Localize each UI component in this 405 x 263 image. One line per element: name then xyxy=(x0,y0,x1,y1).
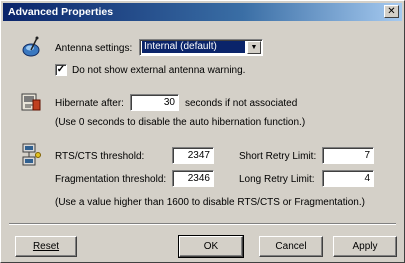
external-antenna-warning-label[interactable]: Do not show external antenna warning. xyxy=(72,65,245,76)
fragmentation-threshold-input[interactable]: 2346 xyxy=(172,170,214,187)
external-antenna-warning-checkbox[interactable]: ✓ xyxy=(55,64,67,76)
fragmentation-threshold-label: Fragmentation threshold: xyxy=(55,174,167,185)
network-icon xyxy=(19,142,43,168)
antenna-settings-label: Antenna settings: xyxy=(55,43,133,54)
hibernate-label: Hibernate after: xyxy=(55,98,124,109)
threshold-hint: (Use a value higher than 1600 to disable… xyxy=(55,197,365,208)
cancel-button-label: Cancel xyxy=(275,241,307,252)
short-retry-limit-label: Short Retry Limit: xyxy=(239,151,317,162)
close-icon: ✕ xyxy=(387,6,396,17)
rts-cts-threshold-label: RTS/CTS threshold: xyxy=(55,151,145,162)
chevron-down-icon[interactable]: ▼ xyxy=(247,41,261,54)
check-icon: ✓ xyxy=(56,64,66,75)
rts-cts-threshold-input[interactable]: 2347 xyxy=(172,147,214,164)
ok-button-label: OK xyxy=(203,241,219,252)
close-button[interactable]: ✕ xyxy=(384,5,399,18)
short-retry-limit-input[interactable]: 7 xyxy=(322,147,374,164)
hibernate-icon xyxy=(19,90,43,114)
long-retry-limit-label: Long Retry Limit: xyxy=(239,174,315,185)
title-bar[interactable]: Advanced Properties ✕ xyxy=(3,3,402,21)
window-title: Advanced Properties xyxy=(8,6,114,18)
apply-button-label: Apply xyxy=(352,241,378,252)
reset-button-label: Reset xyxy=(32,241,60,252)
long-retry-limit-input[interactable]: 4 xyxy=(322,170,374,187)
hibernate-hint: (Use 0 seconds to disable the auto hiber… xyxy=(55,117,306,128)
antenna-icon xyxy=(19,35,43,59)
antenna-settings-select[interactable]: Internal (default) ▼ xyxy=(139,39,263,56)
ok-button[interactable]: OK xyxy=(178,235,244,258)
button-divider xyxy=(9,223,396,225)
advanced-properties-dialog: Advanced Properties ✕ Antenna settings: … xyxy=(0,0,405,263)
hibernate-suffix-label: seconds if not associated xyxy=(185,98,298,109)
cancel-button[interactable]: Cancel xyxy=(259,236,323,257)
apply-button[interactable]: Apply xyxy=(333,236,397,257)
antenna-settings-value: Internal (default) xyxy=(142,41,245,53)
reset-button[interactable]: Reset xyxy=(15,236,77,257)
hibernate-seconds-input[interactable]: 30 xyxy=(130,94,179,111)
